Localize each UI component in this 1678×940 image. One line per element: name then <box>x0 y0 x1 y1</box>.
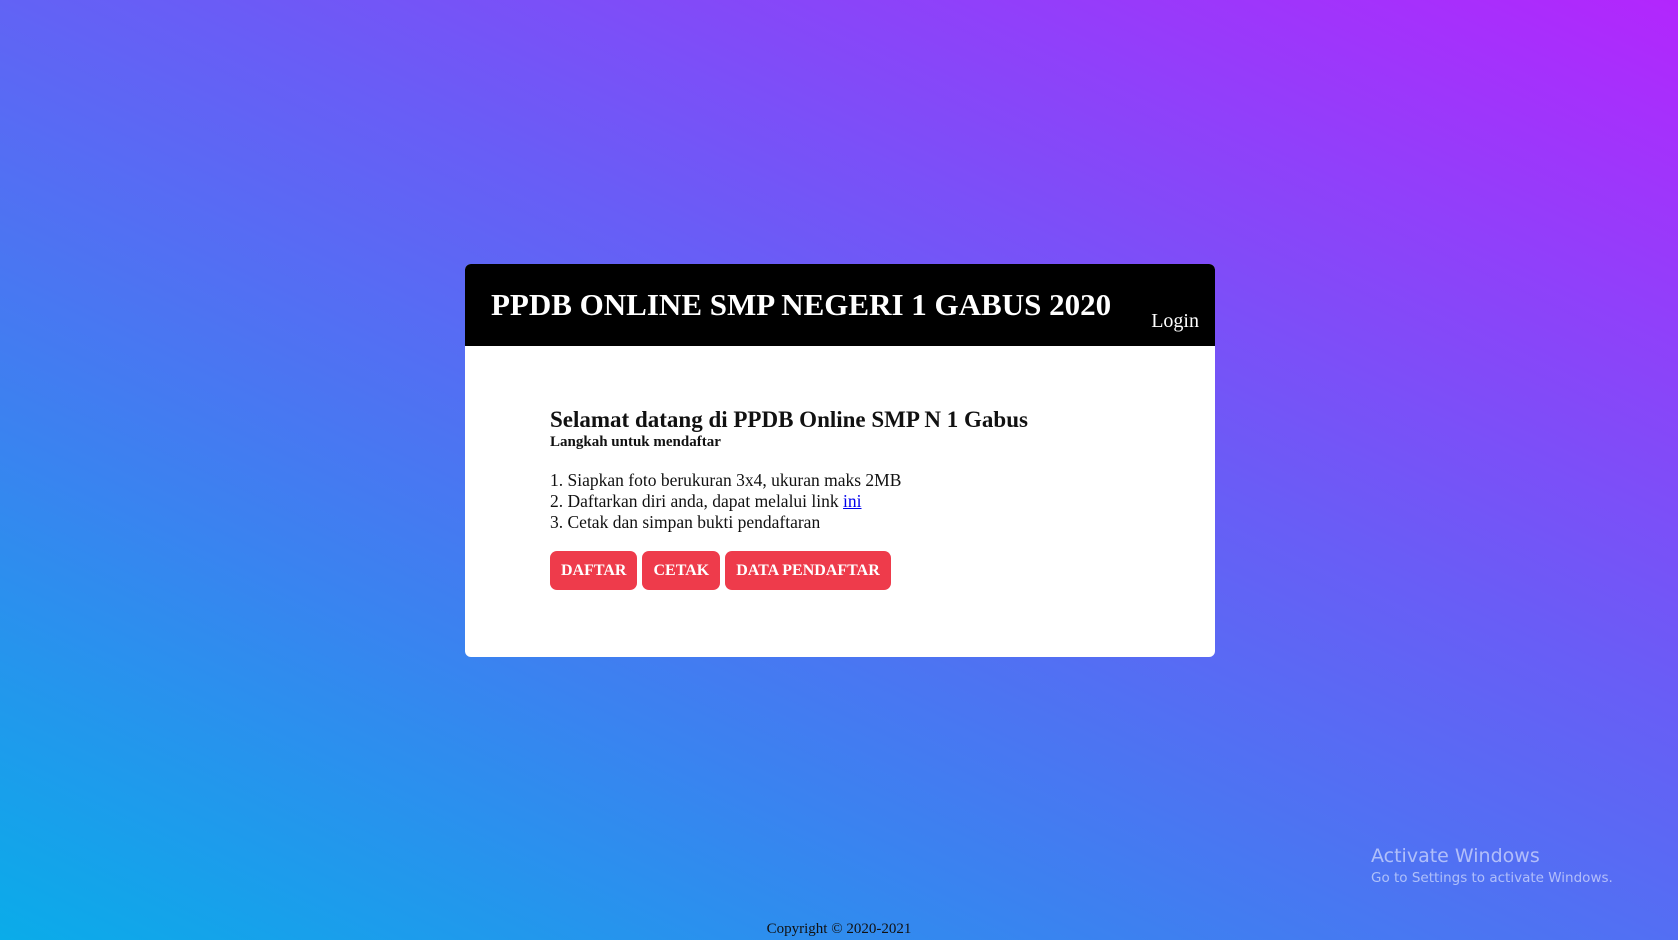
register-link[interactable]: ini <box>843 491 861 511</box>
card-header: PPDB ONLINE SMP NEGERI 1 GABUS 2020 Logi… <box>465 264 1215 346</box>
steps-list: 1. Siapkan foto berukuran 3x4, ukuran ma… <box>550 470 1175 533</box>
step-2: 2. Daftarkan diri anda, dapat melalui li… <box>550 491 1175 512</box>
footer-copyright: Copyright © 2020-2021 <box>766 921 912 937</box>
activate-windows-title: Activate Windows <box>1371 845 1540 867</box>
step-3: 3. Cetak dan simpan bukti pendaftaran <box>550 512 821 533</box>
steps-subtitle: Langkah untuk mendaftar <box>550 434 721 451</box>
card-body: Selamat datang di PPDB Online SMP N 1 Ga… <box>550 407 1175 591</box>
action-buttons: DAFTAR CETAK DATA PENDAFTAR <box>550 551 1175 591</box>
step-1: 1. Siapkan foto berukuran 3x4, ukuran ma… <box>550 470 902 491</box>
step-2-text: 2. Daftarkan diri anda, dapat melalui li… <box>550 491 844 512</box>
site-title: PPDB ONLINE SMP NEGERI 1 GABUS 2020 <box>491 287 1112 322</box>
activate-windows-watermark: Activate Windows Go to Settings to activ… <box>1371 845 1613 887</box>
main-card: PPDB ONLINE SMP NEGERI 1 GABUS 2020 Logi… <box>465 264 1215 657</box>
data-pendaftar-button[interactable]: DATA PENDAFTAR <box>725 551 891 591</box>
activate-windows-subtitle: Go to Settings to activate Windows. <box>1371 869 1613 886</box>
daftar-button[interactable]: DAFTAR <box>550 551 638 591</box>
cetak-button[interactable]: CETAK <box>642 551 721 591</box>
login-link[interactable]: Login <box>1151 310 1199 333</box>
welcome-heading: Selamat datang di PPDB Online SMP N 1 Ga… <box>550 407 1028 432</box>
